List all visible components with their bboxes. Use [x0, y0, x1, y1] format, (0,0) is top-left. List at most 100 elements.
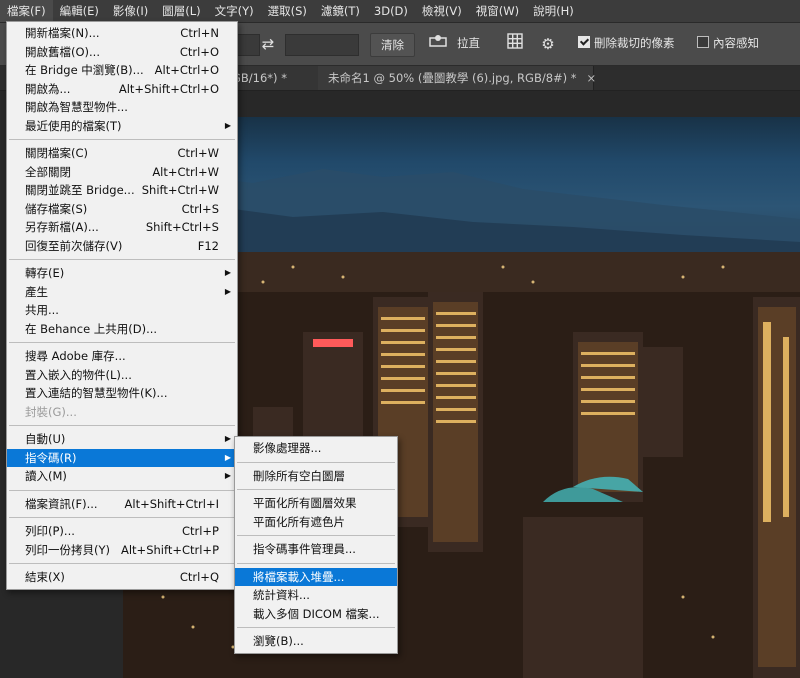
- menu-item-label: 產生: [25, 284, 48, 299]
- scripts-menu-item[interactable]: 刪除所有空白圖層: [235, 467, 397, 486]
- menu-item-label: 讀入(M): [25, 469, 67, 483]
- menu-item-label: 指令碼事件管理員...: [253, 542, 356, 556]
- menu-item-label: 在 Bridge 中瀏覽(B)...: [25, 63, 144, 77]
- menu-separator: [9, 139, 235, 140]
- gear-icon[interactable]: ⚙: [538, 33, 558, 55]
- file-menu-item[interactable]: 關閉並跳至 Bridge... Shift+Ctrl+W: [7, 181, 237, 200]
- menu-item-shortcut: Ctrl+Q: [179, 570, 219, 584]
- straighten-icon[interactable]: [428, 33, 448, 55]
- grid-overlay-icon[interactable]: [505, 33, 525, 55]
- file-menu-item[interactable]: 列印(P)... Ctrl+P: [7, 522, 237, 541]
- file-menu-item[interactable]: 在 Bridge 中瀏覽(B)... Alt+Ctrl+O: [7, 61, 237, 80]
- file-menu-item[interactable]: 搜尋 Adobe 庫存...: [7, 347, 237, 366]
- menu-item-shortcut: F12: [197, 238, 219, 253]
- file-menu-item[interactable]: 共用...: [7, 301, 237, 320]
- file-menu-item[interactable]: 回復至前次儲存(V) F12: [7, 237, 237, 256]
- menu-item-shortcut: Alt+Shift+Ctrl+I: [124, 496, 219, 511]
- menu-item-label: 指令碼(R): [25, 450, 77, 465]
- menubar-item[interactable]: 濾鏡(T): [314, 0, 367, 22]
- menu-item-label: 將檔案載入堆疊...: [253, 569, 345, 584]
- file-menu-item[interactable]: 指令碼(R) ▶: [7, 448, 237, 467]
- file-menu-item[interactable]: 全部關閉 Alt+Ctrl+W: [7, 163, 237, 182]
- menu-bar: 檔案(F) 編輯(E) 影像(I) 圖層(L) 文字(Y) 選取(S) 濾鏡(T) 3D(D)…: [0, 0, 800, 23]
- file-menu-item[interactable]: 儲存檔案(S) Ctrl+S: [7, 200, 237, 219]
- menu-item-shortcut: Shift+Ctrl+W: [141, 183, 219, 197]
- menubar-item[interactable]: 圖層(L): [155, 0, 207, 22]
- delete-cropped-checkbox[interactable]: 刪除裁切的像素: [578, 35, 675, 51]
- scripts-menu-item[interactable]: 平面化所有圖層效果: [235, 494, 397, 513]
- menu-separator: [9, 425, 235, 426]
- menubar-item[interactable]: 3D(D): [367, 0, 415, 22]
- scripts-menu-item[interactable]: 瀏覽(B)...: [235, 632, 397, 651]
- tab-document-2[interactable]: 未命名1 @ 50% (疊圖教學 (6).jpg, RGB/8#) * ×: [318, 66, 597, 90]
- menu-item-label: 關閉並跳至 Bridge...: [25, 183, 135, 197]
- scripts-menu-item[interactable]: 統計資料...: [235, 586, 397, 605]
- menubar-item[interactable]: 說明(H): [526, 0, 581, 22]
- menu-item-label: 回復至前次儲存(V): [25, 238, 123, 253]
- checkbox-unchecked-icon[interactable]: [697, 36, 709, 48]
- menubar-item[interactable]: 影像(I): [106, 0, 155, 22]
- menu-separator: [9, 517, 235, 518]
- file-menu-item[interactable]: 開啟舊檔(O)... Ctrl+O: [7, 43, 237, 62]
- menu-item-label: 開啟為...: [25, 81, 71, 96]
- file-menu-item[interactable]: 結束(X) Ctrl+Q: [7, 568, 237, 587]
- file-menu-item[interactable]: 開啟為智慧型物件...: [7, 98, 237, 117]
- menu-item-label: 開啟舊檔(O)...: [25, 44, 100, 59]
- width-field[interactable]: [236, 34, 260, 56]
- close-icon[interactable]: ×: [587, 71, 597, 85]
- file-menu-item[interactable]: 列印一份拷貝(Y) Alt+Shift+Ctrl+P: [7, 541, 237, 560]
- menu-item-shortcut: Alt+Ctrl+O: [154, 63, 219, 77]
- menubar-item[interactable]: 檔案(F): [0, 0, 53, 22]
- scripts-menu-item[interactable]: 載入多個 DICOM 檔案...: [235, 605, 397, 624]
- file-menu-item[interactable]: 自動(U) ▶: [7, 430, 237, 449]
- menu-item-label: 結束(X): [25, 570, 65, 584]
- submenu-arrow-icon: ▶: [224, 471, 231, 480]
- menu-separator: [237, 461, 395, 463]
- submenu-arrow-icon: ▶: [224, 452, 231, 462]
- menu-separator: [237, 535, 395, 536]
- clear-button[interactable]: 清除: [370, 33, 415, 57]
- menu-item-label: 封裝(G)...: [25, 404, 77, 419]
- file-menu-item[interactable]: 另存新檔(A)... Shift+Ctrl+S: [7, 218, 237, 237]
- menu-item-label: 列印(P)...: [25, 524, 75, 538]
- file-menu-item[interactable]: 關閉檔案(C) Ctrl+W: [7, 144, 237, 163]
- scripts-menu-item[interactable]: 指令碼事件管理員...: [235, 540, 397, 559]
- menu-separator: [237, 489, 395, 490]
- menu-separator: [9, 259, 235, 260]
- file-menu-item[interactable]: 置入連結的智慧型物件(K)...: [7, 384, 237, 403]
- menu-item-label: 置入嵌入的物件(L)...: [25, 367, 132, 382]
- menu-item-label: 影像處理器...: [253, 441, 322, 455]
- file-menu-item[interactable]: 置入嵌入的物件(L)...: [7, 366, 237, 385]
- content-aware-checkbox[interactable]: 內容感知: [697, 35, 759, 51]
- file-menu-item[interactable]: 在 Behance 上共用(D)...: [7, 320, 237, 339]
- height-field[interactable]: [285, 34, 359, 56]
- menubar-item[interactable]: 檢視(V): [415, 0, 469, 22]
- menu-separator: [237, 627, 395, 628]
- scripts-submenu: 影像處理器... 刪除所有空白圖層 平面化所有圖層效果 平面化所有遮色片指令碼事件管理…: [234, 436, 398, 654]
- menu-item-shortcut: Ctrl+P: [181, 524, 219, 538]
- checkbox-checked-icon[interactable]: [578, 36, 590, 48]
- file-menu-item[interactable]: 開啟為... Alt+Shift+Ctrl+O: [7, 80, 237, 99]
- file-menu-item[interactable]: 產生 ▶: [7, 283, 237, 302]
- swap-arrows-icon[interactable]: ⇄: [258, 33, 278, 55]
- file-menu-item[interactable]: 開新檔案(N)... Ctrl+N: [7, 24, 237, 43]
- file-menu-item[interactable]: 檔案資訊(F)... Alt+Shift+Ctrl+I: [7, 495, 237, 514]
- menubar-item[interactable]: 文字(Y): [208, 0, 261, 22]
- menu-item-label: 載入多個 DICOM 檔案...: [253, 606, 380, 621]
- menu-item-shortcut: Ctrl+N: [180, 26, 219, 40]
- menubar-item[interactable]: 編輯(E): [53, 0, 106, 22]
- menubar-item[interactable]: 視窗(W): [469, 0, 526, 22]
- menu-separator: [9, 342, 235, 343]
- menu-separator: [9, 489, 235, 491]
- file-menu-item[interactable]: 讀入(M) ▶: [7, 467, 237, 486]
- scripts-menu-item[interactable]: 影像處理器...: [235, 439, 397, 458]
- scripts-menu-item[interactable]: 平面化所有遮色片: [235, 513, 397, 532]
- menubar-item[interactable]: 選取(S): [261, 0, 314, 22]
- submenu-arrow-icon: ▶: [224, 434, 231, 443]
- file-menu-item[interactable]: 轉存(E) ▶: [7, 264, 237, 283]
- scripts-menu-item[interactable]: 將檔案載入堆疊...: [235, 567, 397, 586]
- menu-item-shortcut: Shift+Ctrl+S: [145, 220, 219, 234]
- menu-item-label: 開啟為智慧型物件...: [25, 100, 128, 114]
- file-menu-item[interactable]: 最近使用的檔案(T) ▶: [7, 117, 237, 136]
- menu-item-label: 瀏覽(B)...: [253, 634, 304, 648]
